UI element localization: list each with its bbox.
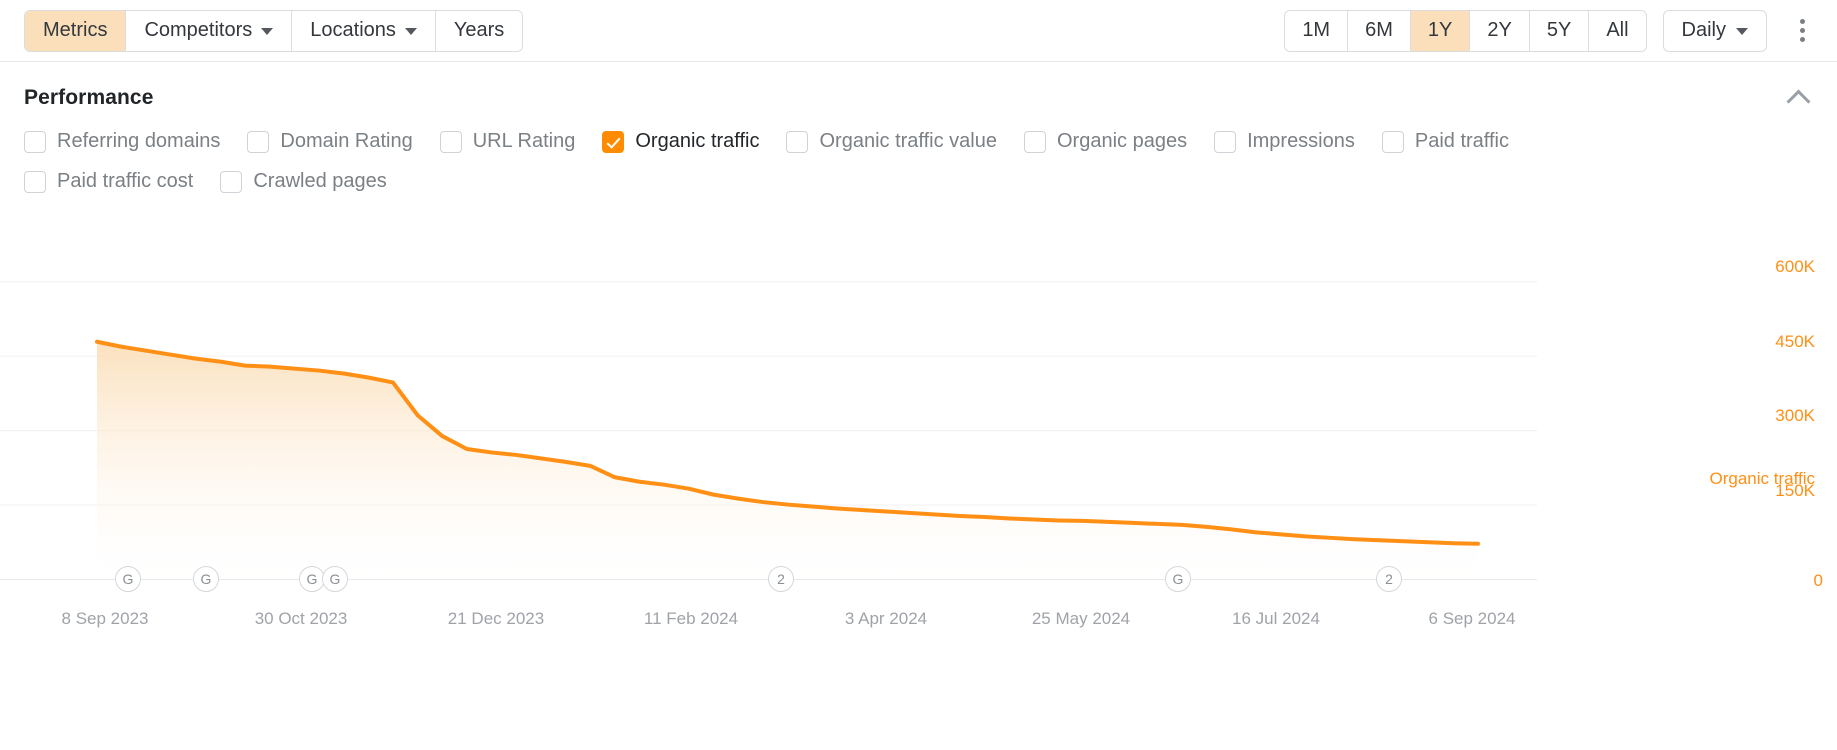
checkbox-icon[interactable] <box>440 131 462 153</box>
top-toolbar: Metrics Competitors Locations Years 1M 6M 1Y 2… <box>0 0 1837 62</box>
metric-label: Organic traffic <box>635 130 759 153</box>
metric-label: Organic pages <box>1057 130 1187 153</box>
metric-label: Paid traffic <box>1415 130 1509 153</box>
checkbox-icon[interactable] <box>786 131 808 153</box>
metric-label: URL Rating <box>473 130 576 153</box>
tab-metrics[interactable]: Metrics <box>25 11 126 51</box>
range-label: 2Y <box>1487 19 1511 42</box>
checkbox-icon[interactable] <box>247 131 269 153</box>
checkbox-icon[interactable] <box>24 131 46 153</box>
organic-traffic-chart[interactable]: Organic traffic 600K450K300K150K08 Sep 2… <box>0 216 1837 646</box>
performance-panel: Metrics Competitors Locations Years 1M 6M 1Y 2… <box>0 0 1837 750</box>
tab-competitors[interactable]: Competitors <box>126 11 292 51</box>
event-marker-google-update[interactable]: G <box>322 566 348 592</box>
chart-area-fill <box>97 342 1478 579</box>
metric-checkbox-crawled-pages[interactable]: Crawled pages <box>220 170 386 193</box>
metric-checkbox-organic-traffic[interactable]: Organic traffic <box>602 130 759 153</box>
view-tab-group[interactable]: Metrics Competitors Locations Years <box>24 10 523 52</box>
more-options-button[interactable] <box>1785 11 1819 51</box>
date-range-group[interactable]: 1M 6M 1Y 2Y 5Y All <box>1284 10 1646 52</box>
metric-checkbox-list: Referring domains Domain Rating URL Rating… <box>0 116 1560 210</box>
chevron-down-icon <box>261 28 273 35</box>
granularity-label: Daily <box>1682 19 1726 42</box>
chevron-down-icon <box>1736 28 1748 35</box>
tab-label: Metrics <box>43 19 107 42</box>
checkbox-icon[interactable] <box>1024 131 1046 153</box>
chevron-up-icon[interactable] <box>1785 84 1813 112</box>
x-axis-tick: 8 Sep 2023 <box>62 609 149 629</box>
metric-checkbox-referring-domains[interactable]: Referring domains <box>24 130 220 153</box>
metric-checkbox-organic-pages[interactable]: Organic pages <box>1024 130 1187 153</box>
x-axis-tick: 11 Feb 2024 <box>644 609 738 629</box>
tab-label: Competitors <box>144 19 252 42</box>
range-label: 1Y <box>1428 19 1452 42</box>
kebab-dot <box>1800 28 1805 33</box>
range-label: 6M <box>1365 19 1393 42</box>
kebab-dot <box>1800 19 1805 24</box>
range-all[interactable]: All <box>1589 11 1645 51</box>
tab-label: Locations <box>310 19 396 42</box>
chevron-down-icon <box>405 28 417 35</box>
tab-locations[interactable]: Locations <box>292 11 436 51</box>
x-axis-tick: 25 May 2024 <box>1032 609 1130 629</box>
metric-label: Organic traffic value <box>819 130 997 153</box>
checkbox-icon[interactable] <box>1214 131 1236 153</box>
metric-label: Impressions <box>1247 130 1355 153</box>
x-axis-tick: 6 Sep 2024 <box>1429 609 1516 629</box>
range-2y[interactable]: 2Y <box>1470 11 1529 51</box>
event-marker-google-update[interactable]: G <box>193 566 219 592</box>
x-axis-tick: 16 Jul 2024 <box>1232 609 1320 629</box>
metric-checkbox-paid-traffic[interactable]: Paid traffic <box>1382 130 1509 153</box>
event-marker-group-2[interactable]: 2 <box>1376 566 1402 592</box>
granularity-dropdown[interactable]: Daily <box>1663 10 1767 52</box>
y-axis-tick: 150K <box>1775 481 1815 501</box>
kebab-dot <box>1800 37 1805 42</box>
checkbox-icon[interactable] <box>1382 131 1404 153</box>
metric-checkbox-paid-traffic-cost[interactable]: Paid traffic cost <box>24 170 193 193</box>
range-1y[interactable]: 1Y <box>1411 11 1470 51</box>
range-5y[interactable]: 5Y <box>1530 11 1589 51</box>
tab-years[interactable]: Years <box>436 11 522 51</box>
range-label: All <box>1606 19 1628 42</box>
range-1m[interactable]: 1M <box>1285 11 1348 51</box>
tab-label: Years <box>454 19 504 42</box>
metric-checkbox-url-rating[interactable]: URL Rating <box>440 130 576 153</box>
chart-canvas <box>0 216 1837 646</box>
checkbox-checked-icon[interactable] <box>602 131 624 153</box>
page-title: Performance <box>24 86 154 110</box>
metric-label: Paid traffic cost <box>57 170 193 193</box>
y-axis-tick: 0 <box>1814 571 1823 591</box>
metric-label: Referring domains <box>57 130 220 153</box>
event-marker-google-update[interactable]: G <box>1165 566 1191 592</box>
range-label: 5Y <box>1547 19 1571 42</box>
checkbox-icon[interactable] <box>220 171 242 193</box>
event-marker-group-2[interactable]: 2 <box>768 566 794 592</box>
performance-header: Performance <box>0 62 1837 116</box>
x-axis-tick: 21 Dec 2023 <box>448 609 544 629</box>
metric-label: Crawled pages <box>253 170 386 193</box>
range-6m[interactable]: 6M <box>1348 11 1411 51</box>
event-marker-google-update[interactable]: G <box>115 566 141 592</box>
y-axis-tick: 600K <box>1775 257 1815 277</box>
metric-label: Domain Rating <box>280 130 412 153</box>
metric-checkbox-domain-rating[interactable]: Domain Rating <box>247 130 412 153</box>
checkbox-icon[interactable] <box>24 171 46 193</box>
x-axis-tick: 3 Apr 2024 <box>845 609 927 629</box>
metric-checkbox-organic-traffic-value[interactable]: Organic traffic value <box>786 130 997 153</box>
x-axis-tick: 30 Oct 2023 <box>255 609 348 629</box>
y-axis-tick: 450K <box>1775 332 1815 352</box>
metric-checkbox-impressions[interactable]: Impressions <box>1214 130 1355 153</box>
toolbar-right-controls: 1M 6M 1Y 2Y 5Y All Daily <box>1284 10 1819 52</box>
range-label: 1M <box>1302 19 1330 42</box>
y-axis-tick: 300K <box>1775 406 1815 426</box>
